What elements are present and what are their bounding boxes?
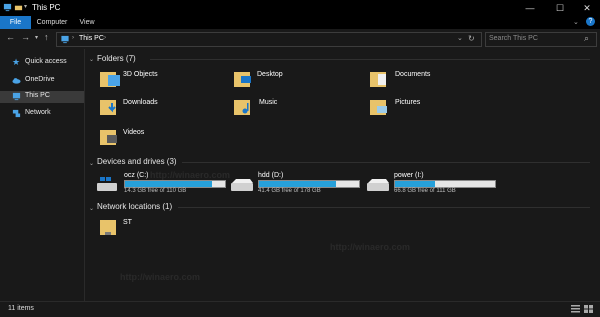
drive-item-d[interactable]: hdd (D:) 41.4 GB free of 178 GB — [230, 170, 360, 198]
sidebar-item-quick-access[interactable]: ★ Quick access — [0, 57, 84, 69]
large-icons-view-icon[interactable] — [584, 305, 593, 313]
drive-usage-fill — [395, 181, 435, 187]
collapse-chevron-icon[interactable]: ⌄ — [89, 205, 94, 212]
drive-usage-bar — [394, 180, 496, 188]
drive-item-i[interactable]: power (I:) 66.8 GB free of 111 GB — [366, 170, 496, 198]
folder-item-documents[interactable]: Documents — [370, 70, 480, 94]
divider — [178, 207, 590, 208]
drive-label: ocz (C:) — [124, 172, 149, 179]
folder-label: Documents — [395, 71, 431, 78]
sidebar-item-network[interactable]: Network — [0, 108, 84, 120]
up-button[interactable]: ↑ — [44, 32, 49, 42]
close-button[interactable]: ✕ — [573, 0, 600, 16]
computer-icon — [61, 35, 69, 44]
drive-free-space: 41.4 GB free of 178 GB — [258, 188, 321, 194]
address-bar[interactable]: › This PC › ⌄ ↻ — [56, 32, 482, 47]
drive-free-space: 66.8 GB free of 111 GB — [394, 188, 456, 194]
drive-usage-fill — [259, 181, 336, 187]
divider — [150, 59, 590, 60]
divider — [182, 162, 590, 163]
folder-item-videos[interactable]: Videos — [100, 128, 210, 152]
recent-locations-icon[interactable]: ▾ — [35, 34, 38, 41]
sidebar-item-label: OneDrive — [25, 76, 55, 83]
chevron-down-icon[interactable]: ⌄ — [573, 18, 579, 26]
folder-item-music[interactable]: Music — [234, 98, 344, 122]
sidebar-item-label: Network — [25, 109, 51, 116]
folder-item-3d-objects[interactable]: 3D Objects — [100, 70, 210, 94]
navigation-pane: ★ Quick access OneDrive This PC Network — [0, 49, 85, 301]
computer-icon — [12, 92, 21, 101]
maximize-button[interactable]: ☐ — [546, 0, 574, 16]
watermark: http://winaero.com — [150, 170, 231, 180]
network-icon — [12, 109, 21, 118]
folder-label: Desktop — [257, 71, 283, 78]
cloud-icon — [12, 78, 21, 84]
address-dropdown-icon[interactable]: ⌄ — [457, 34, 463, 42]
computer-icon — [3, 3, 12, 12]
item-count: 11 items — [8, 305, 34, 312]
search-placeholder: Search This PC — [489, 35, 538, 42]
back-button[interactable]: ← — [6, 32, 15, 42]
collapse-chevron-icon[interactable]: ⌄ — [89, 160, 94, 167]
sidebar-item-label: Quick access — [25, 58, 67, 65]
forward-button[interactable]: → — [21, 32, 30, 42]
drive-usage-bar — [124, 180, 226, 188]
tab-computer[interactable]: Computer — [34, 16, 70, 29]
folder-label: 3D Objects — [123, 71, 158, 78]
collapse-chevron-icon[interactable]: ⌄ — [89, 56, 94, 63]
refresh-icon[interactable]: ↻ — [468, 34, 475, 43]
details-view-icon[interactable] — [571, 305, 580, 313]
downloads-folder-icon — [100, 100, 116, 115]
drive-usage-bar — [258, 180, 360, 188]
videos-folder-icon — [100, 130, 117, 145]
sidebar-item-this-pc[interactable]: This PC — [0, 91, 84, 103]
folder-label: Pictures — [395, 99, 421, 106]
drive-label: hdd (D:) — [258, 172, 284, 179]
drive-free-space: 14.3 GB free of 110 GB — [124, 188, 187, 194]
music-folder-icon — [234, 100, 250, 115]
watermark: http://winaero.com — [120, 272, 201, 282]
hard-drive-icon — [231, 179, 253, 191]
breadcrumb-chevron-icon[interactable]: › — [72, 35, 74, 41]
quick-access-toolbar-icon[interactable] — [14, 3, 23, 12]
drive-usage-fill — [125, 181, 212, 187]
group-header-network[interactable]: Network locations (1) — [97, 202, 172, 211]
cube-folder-icon — [100, 72, 120, 87]
folder-label: Downloads — [123, 99, 158, 106]
windows-drive-icon — [97, 177, 117, 191]
folder-item-desktop[interactable]: Desktop — [234, 70, 344, 94]
folder-label: Videos — [123, 129, 145, 136]
minimize-button[interactable]: — — [516, 0, 544, 16]
vertical-scrollbar[interactable] — [590, 49, 600, 301]
group-header-folders[interactable]: Folders (7) — [97, 54, 136, 63]
watermark: http://winaero.com — [330, 242, 411, 252]
desktop-folder-icon — [234, 72, 251, 87]
breadcrumb[interactable]: This PC — [79, 35, 104, 42]
star-icon: ★ — [12, 57, 21, 67]
folder-label: ST — [123, 219, 132, 226]
sidebar-item-label: This PC — [25, 92, 50, 99]
folder-item-pictures[interactable]: Pictures — [370, 98, 480, 122]
pictures-folder-icon — [370, 100, 387, 115]
help-icon[interactable]: ? — [586, 17, 595, 26]
status-bar: 11 items — [0, 301, 600, 317]
documents-folder-icon — [370, 72, 386, 87]
chevron-down-icon[interactable]: ▾ — [24, 3, 27, 10]
window-title: This PC — [32, 3, 61, 12]
search-input[interactable]: Search This PC ⌕ — [485, 32, 597, 47]
title-bar: ▾ This PC — ☐ ✕ — [0, 0, 600, 16]
tab-view[interactable]: View — [74, 16, 100, 29]
hard-drive-icon — [367, 179, 389, 191]
network-folder-icon — [100, 220, 116, 235]
folder-item-downloads[interactable]: Downloads — [100, 98, 210, 122]
search-icon[interactable]: ⌕ — [584, 33, 589, 44]
breadcrumb-chevron-icon[interactable]: › — [104, 35, 106, 41]
group-header-drives[interactable]: Devices and drives (3) — [97, 157, 177, 166]
network-item-st[interactable]: ST — [100, 218, 210, 242]
drive-label: power (I:) — [394, 172, 424, 179]
folder-label: Music — [259, 99, 278, 106]
sidebar-item-onedrive[interactable]: OneDrive — [0, 75, 84, 87]
tab-file[interactable]: File — [0, 16, 31, 29]
